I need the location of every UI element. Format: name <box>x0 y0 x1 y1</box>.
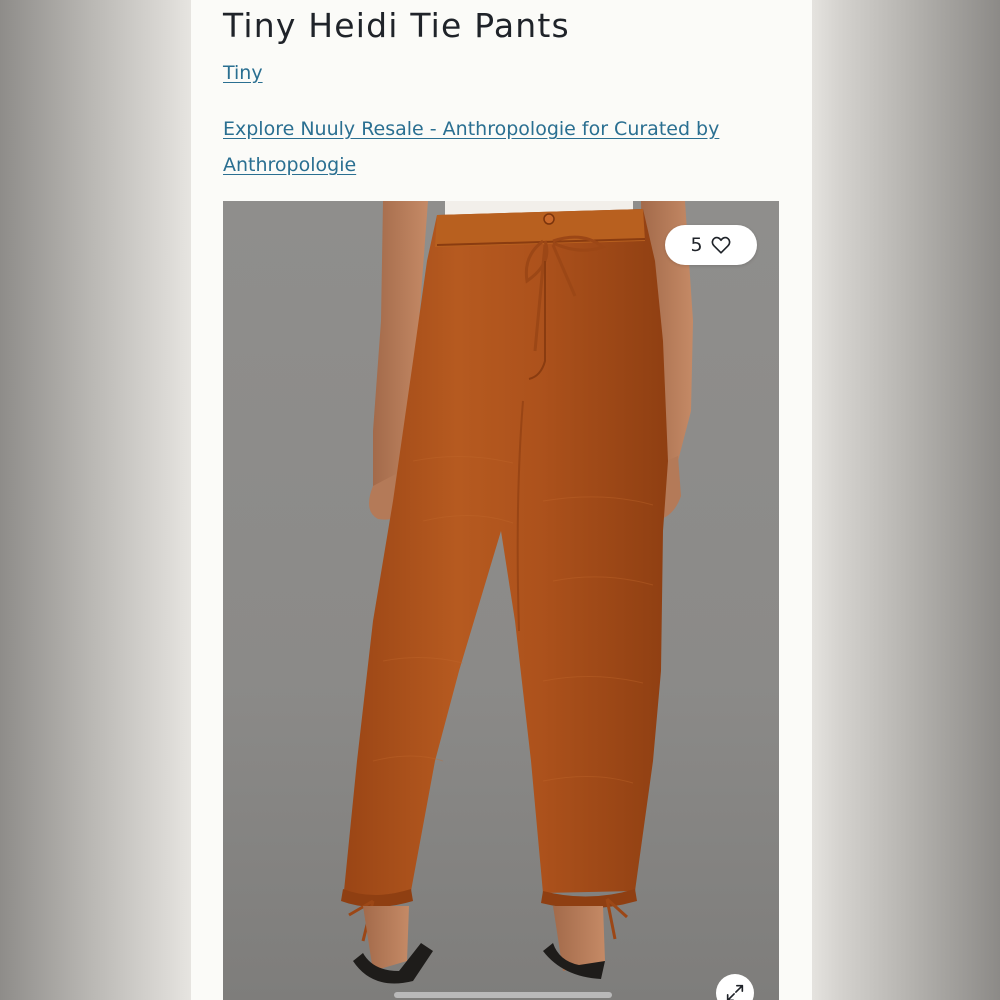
explore-resale-link[interactable]: Explore Nuuly Resale - Anthropologie for… <box>223 111 783 183</box>
brand-link[interactable]: Tiny <box>223 62 263 84</box>
product-page: Tiny Heidi Tie Pants Tiny Explore Nuuly … <box>191 0 812 1000</box>
heart-outline-icon <box>710 234 732 256</box>
product-image[interactable]: 5 <box>223 201 779 1000</box>
scroll-indicator[interactable] <box>394 992 612 998</box>
product-photo <box>223 201 779 1000</box>
product-title: Tiny Heidi Tie Pants <box>223 6 570 45</box>
expand-arrows-icon <box>724 982 746 1000</box>
like-button[interactable]: 5 <box>665 225 757 265</box>
like-count: 5 <box>690 234 703 256</box>
